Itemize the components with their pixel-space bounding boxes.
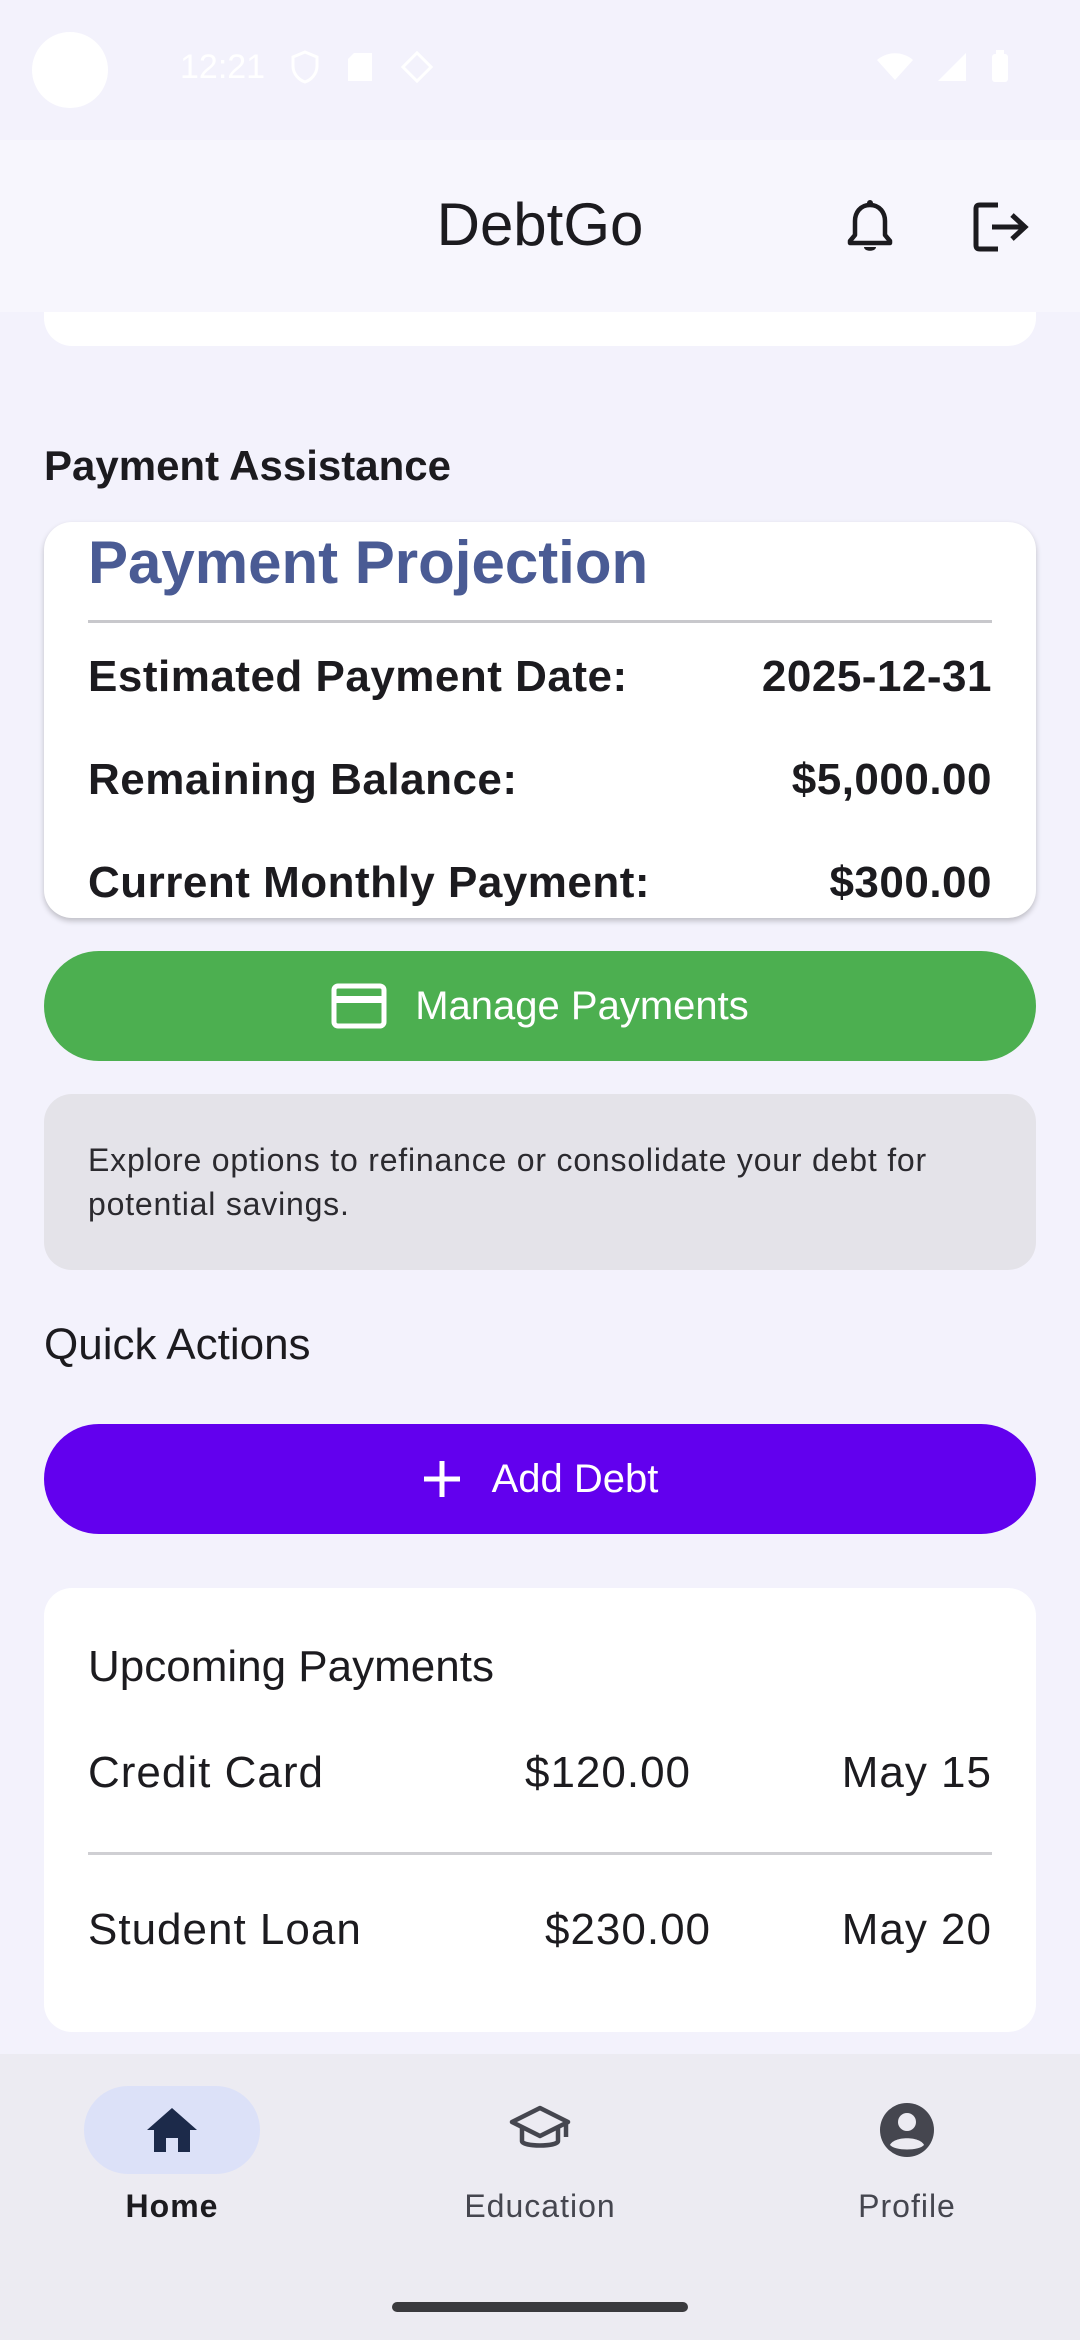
home-icon — [147, 2108, 197, 2152]
notifications-button[interactable] — [835, 192, 905, 262]
status-notification-icons — [290, 50, 434, 84]
payment-date: May 15 — [841, 1748, 992, 1797]
manage-payments-label: Manage Payments — [415, 983, 749, 1028]
nav-icon-container — [819, 2086, 995, 2174]
add-debt-label: Add Debt — [491, 1456, 659, 1501]
projection-value: $300.00 — [829, 858, 992, 907]
divider — [88, 1852, 992, 1855]
projection-value: 2025-12-31 — [761, 652, 992, 701]
payment-amount: $230.00 — [544, 1905, 712, 1954]
signal-icon — [938, 53, 966, 81]
projection-label: Current Monthly Payment: — [88, 858, 651, 907]
school-icon — [509, 2105, 571, 2148]
projection-row: Remaining Balance: $5,000.00 — [88, 755, 992, 805]
refinance-info-box: Explore options to refinance or consolid… — [44, 1094, 1036, 1270]
nav-icon-container — [452, 2086, 628, 2174]
nav-item-profile[interactable]: Profile — [787, 2086, 1027, 2225]
account-circle-icon — [880, 2103, 934, 2157]
payment-name: Student Loan — [88, 1905, 362, 1954]
projection-label: Remaining Balance: — [88, 755, 518, 804]
payment-date: May 20 — [841, 1905, 992, 1954]
credit-card-icon — [331, 983, 387, 1029]
projection-label: Estimated Payment Date: — [88, 652, 628, 701]
manage-payments-button[interactable]: Manage Payments — [44, 951, 1036, 1061]
logout-button[interactable] — [966, 192, 1036, 262]
quick-actions-title: Quick Actions — [44, 1320, 311, 1369]
camera-cutout — [32, 32, 108, 108]
data-saver-icon — [400, 50, 434, 84]
status-bar: 12:21 — [0, 0, 1080, 140]
payment-name: Credit Card — [88, 1748, 324, 1797]
nav-label-profile: Profile — [858, 2188, 956, 2224]
nav-item-education[interactable]: Education — [420, 2086, 660, 2225]
refinance-info-text: Explore options to refinance or consolid… — [88, 1142, 927, 1222]
payment-projection-card: Payment Projection Estimated Payment Dat… — [44, 522, 1036, 918]
app-title: DebtGo — [436, 191, 644, 258]
bottom-navigation: Home Education Profile — [0, 2054, 1080, 2340]
projection-title: Payment Projection — [88, 529, 649, 596]
projection-row: Current Monthly Payment: $300.00 — [88, 858, 992, 908]
wifi-icon — [877, 53, 913, 80]
upcoming-payments-title: Upcoming Payments — [88, 1642, 494, 1691]
logout-icon — [973, 202, 1029, 252]
nav-active-indicator — [84, 2086, 260, 2174]
payment-amount: $120.00 — [524, 1748, 692, 1797]
app-bar: DebtGo — [0, 140, 1080, 312]
plus-icon — [423, 1461, 460, 1497]
projection-value: $5,000.00 — [791, 755, 992, 804]
nav-label-home: Home — [125, 2188, 219, 2224]
shield-icon — [291, 50, 319, 84]
upcoming-payments-card: Upcoming Payments Credit Card $120.00 Ma… — [44, 1588, 1036, 2032]
projection-row: Estimated Payment Date: 2025-12-31 — [88, 652, 992, 702]
status-time: 12:21 — [180, 48, 266, 86]
add-debt-button[interactable]: Add Debt — [44, 1424, 1036, 1534]
battery-icon — [992, 50, 1008, 82]
sd-card-icon — [348, 53, 372, 81]
payment-assistance-title: Payment Assistance — [44, 442, 451, 489]
previous-card — [44, 312, 1036, 346]
nav-label-education: Education — [464, 2188, 616, 2224]
home-gesture-bar[interactable] — [392, 2302, 688, 2312]
divider — [88, 620, 992, 623]
status-system-icons — [876, 50, 1010, 84]
bell-icon — [847, 200, 893, 251]
nav-item-home[interactable]: Home — [52, 2086, 292, 2225]
